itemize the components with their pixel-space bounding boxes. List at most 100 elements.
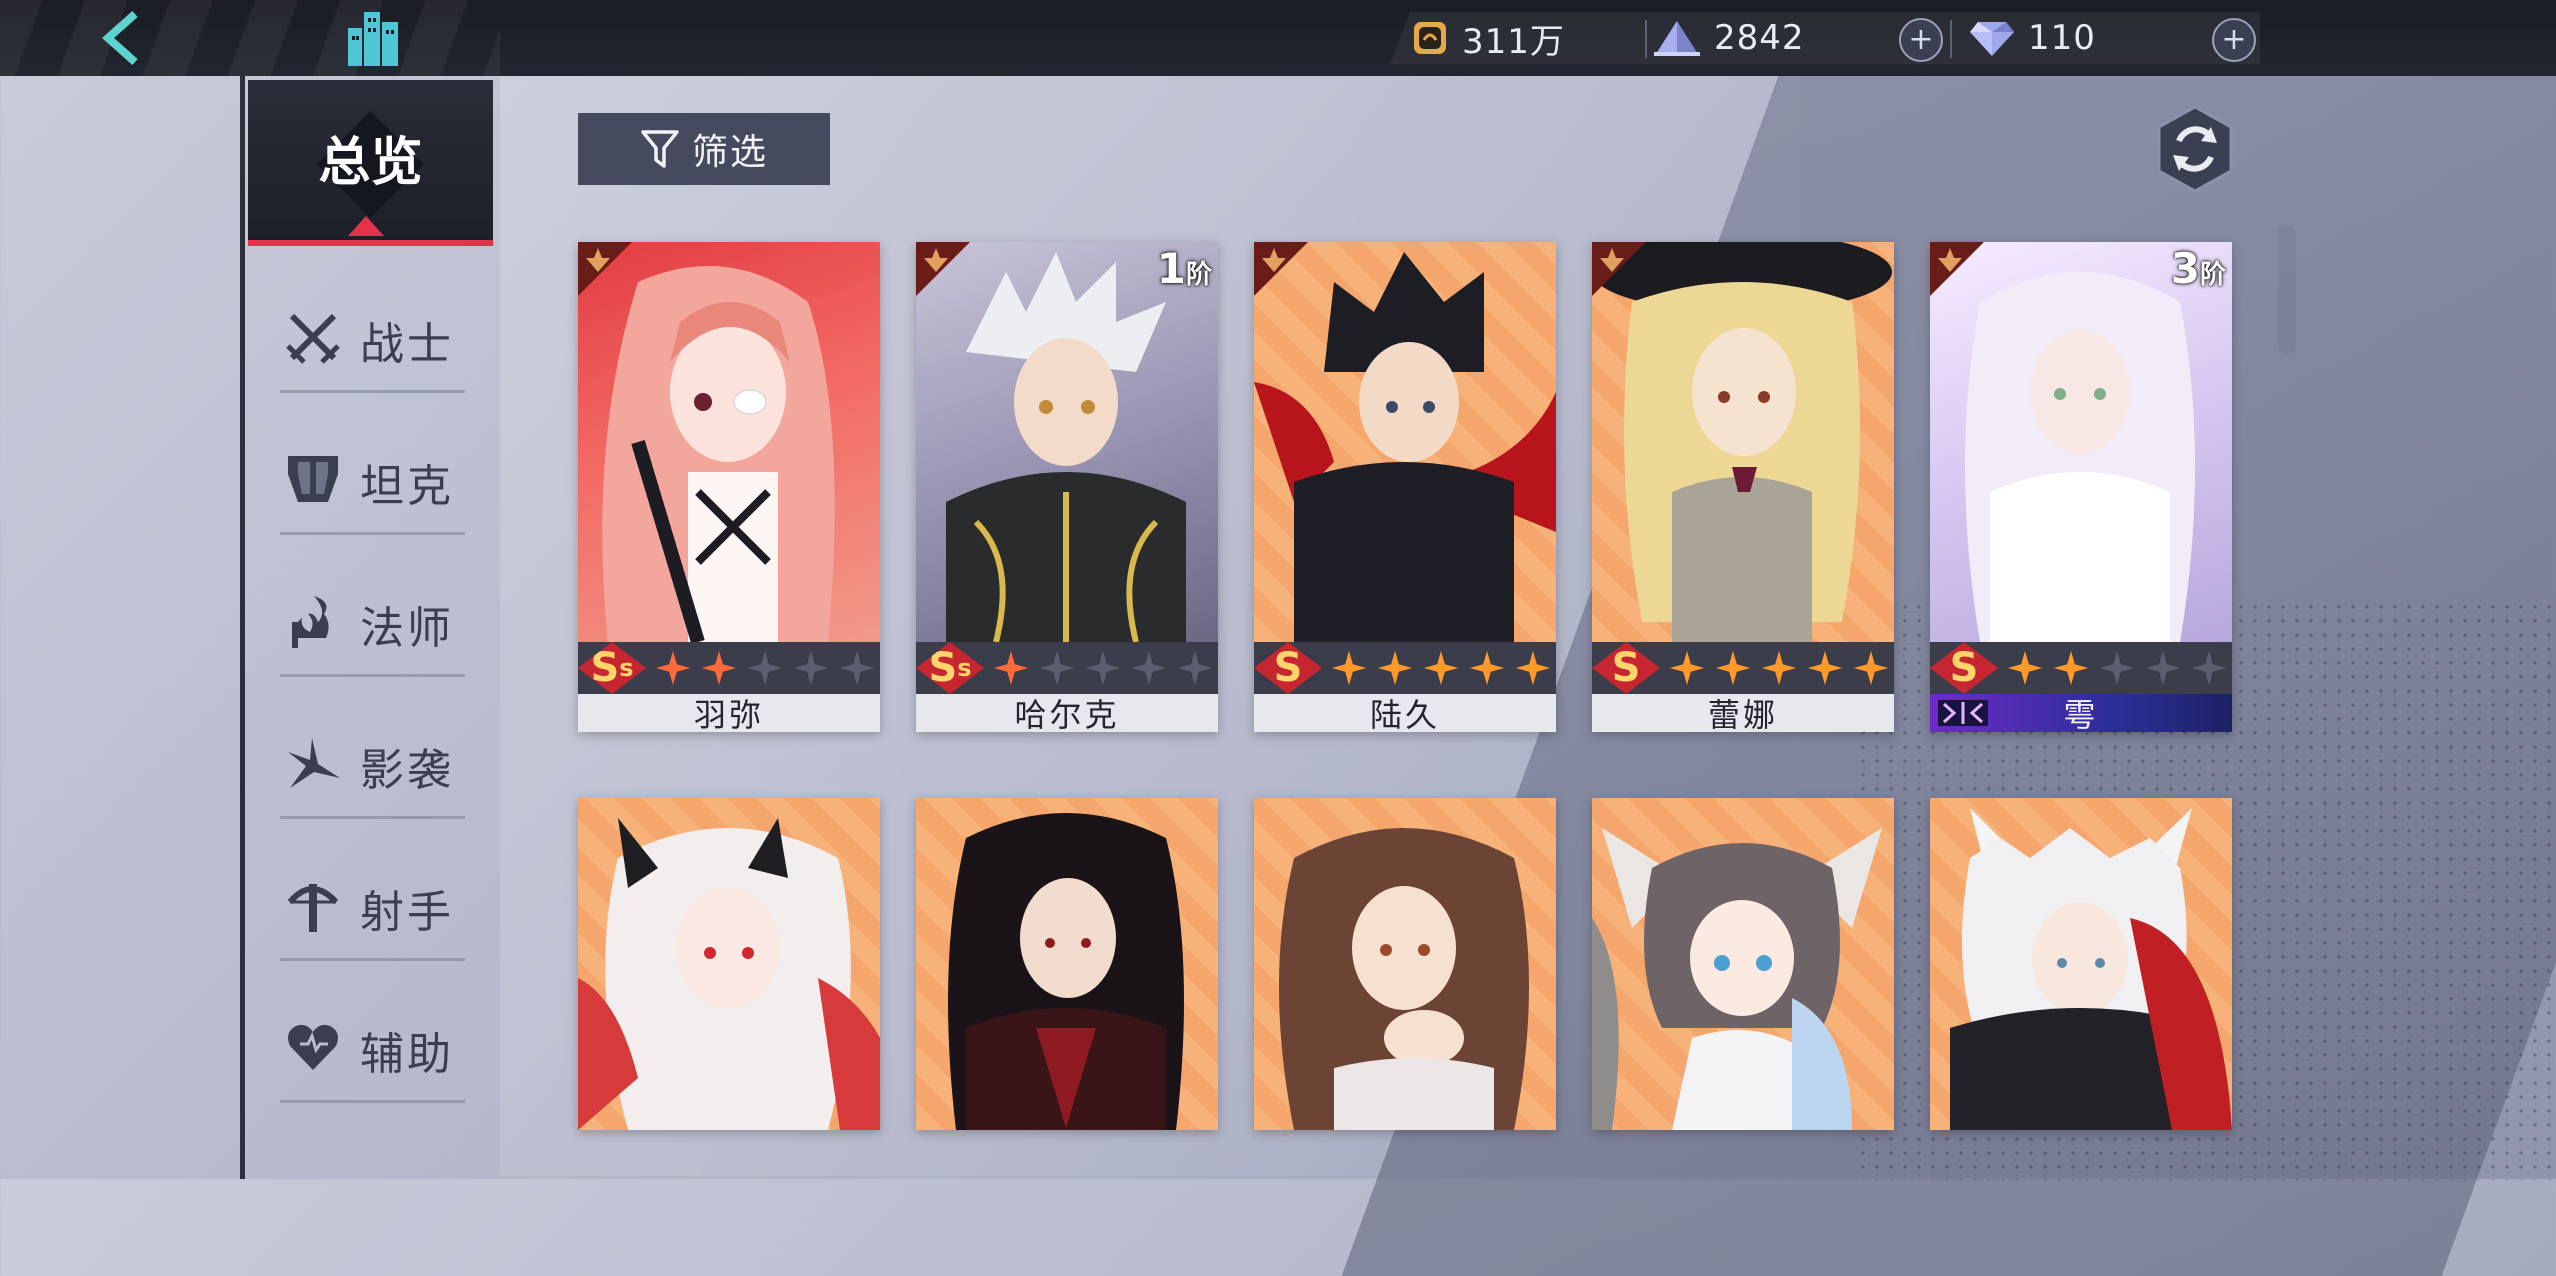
filter-label: 筛选 xyxy=(692,132,769,173)
hero-name: 陆久 xyxy=(1254,694,1556,732)
crystal-pyramid-icon xyxy=(1654,21,1700,56)
rank-badge: 3阶 xyxy=(2170,244,2226,293)
hero-card[interactable] xyxy=(1592,798,1894,1130)
star-icon xyxy=(1756,645,1802,691)
hero-card[interactable] xyxy=(1254,798,1556,1130)
sidebar-item-warrior[interactable]: 战士 xyxy=(280,280,465,393)
star-icon xyxy=(1802,645,1848,691)
hero-name: 羽弥 xyxy=(578,694,880,732)
filter-button[interactable]: 筛选 xyxy=(578,113,830,185)
sidebar-item-mage[interactable]: 法师 xyxy=(280,564,465,677)
hero-portrait xyxy=(916,798,1218,1130)
hero-name: 蕾娜 xyxy=(1592,694,1894,732)
grade-badge: S xyxy=(1592,642,1660,694)
sidebar-item-label: 影袭 xyxy=(360,745,454,796)
rank-badge: 1阶 xyxy=(1156,244,1212,293)
star-band: Ss xyxy=(578,642,880,694)
star-icon xyxy=(650,645,696,691)
back-button[interactable] xyxy=(90,6,160,70)
faction-emblem-icon xyxy=(1600,248,1624,272)
heart-icon xyxy=(288,1024,338,1070)
hero-card[interactable] xyxy=(1930,798,2232,1130)
gold-resource: 311万 xyxy=(1410,12,1565,64)
refresh-button[interactable] xyxy=(2155,105,2235,193)
hero-card[interactable] xyxy=(916,798,1218,1130)
hero-card[interactable]: 1阶 Ss 哈尔克 xyxy=(916,242,1218,732)
grade-badge: Ss xyxy=(578,642,646,694)
star-icon xyxy=(1464,645,1510,691)
star-icon xyxy=(742,645,788,691)
sidebar-divider xyxy=(240,76,245,1179)
hero-portrait xyxy=(1254,798,1556,1130)
star-icon xyxy=(1172,645,1218,691)
hero-card[interactable]: Ss 羽弥 xyxy=(578,242,880,732)
star-icon xyxy=(1034,645,1080,691)
mage-staff-icon xyxy=(292,596,329,648)
star-rating xyxy=(988,645,1218,691)
diamond-gem-icon xyxy=(1970,22,2014,56)
sidebar-item-label: 法师 xyxy=(360,603,454,654)
star-rating xyxy=(1664,645,1894,691)
refresh-icon xyxy=(2157,105,2233,193)
sidebar-item-label: 战士 xyxy=(360,319,454,370)
star-icon xyxy=(2002,645,2048,691)
resource-divider xyxy=(1645,20,1647,58)
plus-icon: + xyxy=(2221,22,2247,57)
crystal-resource: 2842 xyxy=(1652,12,1805,64)
star-icon xyxy=(2186,645,2232,691)
star-icon xyxy=(2094,645,2140,691)
grade-badge: S xyxy=(1930,642,1998,694)
hero-portrait xyxy=(1592,798,1894,1130)
back-arrow-icon xyxy=(101,11,138,65)
resource-divider xyxy=(1950,20,1952,58)
star-icon xyxy=(1126,645,1172,691)
star-rating xyxy=(2002,645,2232,691)
star-rating xyxy=(1326,645,1556,691)
grade-badge: S xyxy=(1254,642,1322,694)
star-band: S xyxy=(1254,642,1556,694)
sidebar-item-label: 辅助 xyxy=(360,1029,454,1080)
scroll-indicator[interactable] xyxy=(2278,225,2296,355)
faction-emblem-icon xyxy=(1262,248,1286,272)
sidebar-item-support[interactable]: 辅助 xyxy=(280,990,465,1103)
star-icon xyxy=(1664,645,1710,691)
star-band: S xyxy=(1930,642,2232,694)
city-building-icon xyxy=(348,12,398,66)
star-icon xyxy=(1418,645,1464,691)
diamond-amount: 110 xyxy=(2028,18,2096,58)
crystal-amount: 2842 xyxy=(1714,18,1805,58)
hero-name: 雩 xyxy=(1930,694,2232,732)
hero-portrait xyxy=(578,242,880,645)
star-icon xyxy=(1848,645,1894,691)
hero-portrait xyxy=(1930,242,2232,642)
gold-amount: 311万 xyxy=(1462,21,1565,62)
hero-portrait xyxy=(916,242,1218,643)
special-emblem-icon xyxy=(1938,700,1988,726)
hero-portrait xyxy=(1254,242,1556,642)
hero-card[interactable]: S 陆久 xyxy=(1254,242,1556,732)
star-icon xyxy=(1710,645,1756,691)
star-icon xyxy=(2140,645,2186,691)
star-band: Ss xyxy=(916,642,1218,694)
shadow-blade-icon xyxy=(288,738,340,788)
star-icon xyxy=(834,645,880,691)
star-icon xyxy=(788,645,834,691)
grade-badge: Ss xyxy=(916,642,984,694)
hero-card[interactable] xyxy=(578,798,880,1130)
gold-coin-icon xyxy=(1414,22,1446,54)
sidebar-item-assassin[interactable]: 影袭 xyxy=(280,706,465,819)
filter-funnel-icon xyxy=(641,130,679,168)
add-diamond-button[interactable]: + xyxy=(2212,18,2256,62)
hero-card[interactable]: 3阶 S 雩 xyxy=(1930,242,2232,732)
top-bar-stripes xyxy=(0,0,500,76)
hero-portrait xyxy=(1592,242,1894,642)
sidebar-item-archer[interactable]: 射手 xyxy=(280,848,465,961)
add-crystal-button[interactable]: + xyxy=(1899,18,1943,62)
star-rating xyxy=(650,645,880,691)
hero-card[interactable]: S 蕾娜 xyxy=(1592,242,1894,732)
base-button[interactable] xyxy=(340,4,410,70)
sidebar-item-tank[interactable]: 坦克 xyxy=(280,422,465,535)
plus-icon: + xyxy=(1908,22,1934,57)
top-bar: 311万 2842 + 110 + xyxy=(0,0,2556,76)
faction-emblem-icon xyxy=(586,248,610,272)
